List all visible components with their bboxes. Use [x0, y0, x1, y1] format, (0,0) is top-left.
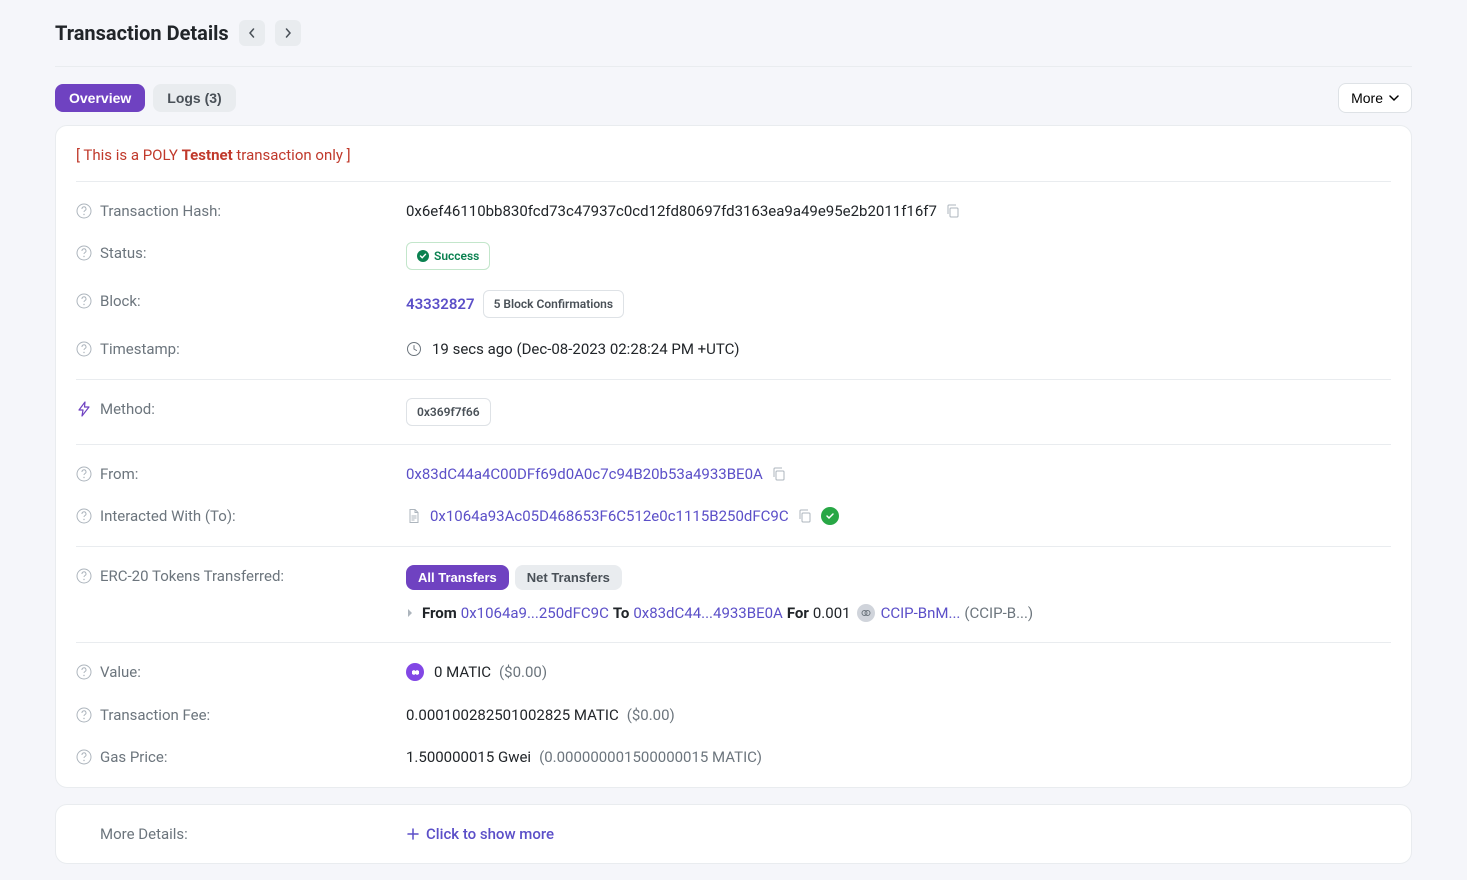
help-icon[interactable] [76, 568, 92, 584]
method-badge: 0x369f7f66 [406, 398, 491, 426]
status-badge: Success [406, 242, 490, 270]
label-txfee: Transaction Fee: [100, 704, 210, 727]
token-link[interactable]: CCIP-BnM... [881, 602, 961, 625]
label-txhash: Transaction Hash: [100, 200, 221, 223]
next-button[interactable] [275, 20, 301, 46]
row-timestamp: Timestamp: 19 secs ago (Dec-08-2023 02:2… [56, 328, 1411, 379]
row-moredetails: More Details: Click to show more [56, 805, 1411, 864]
value-timestamp: 19 secs ago (Dec-08-2023 02:28:24 PM +UT… [432, 338, 739, 361]
transfer-to-link[interactable]: 0x83dC44...4933BE0A [633, 602, 783, 625]
token-symbol: (CCIP-B...) [964, 602, 1033, 625]
help-icon[interactable] [76, 749, 92, 765]
all-transfers-tab[interactable]: All Transfers [406, 565, 509, 590]
label-value: Value: [100, 661, 141, 684]
row-method: Method: 0x369f7f66 [56, 380, 1411, 444]
transfer-from-link[interactable]: 0x1064a9...250dFC9C [461, 602, 609, 625]
header-row: Transaction Details [55, 0, 1412, 67]
page-title: Transaction Details [55, 18, 229, 48]
more-details-card: More Details: Click to show more [55, 804, 1412, 865]
label-erc20: ERC-20 Tokens Transferred: [100, 565, 284, 588]
clock-icon [406, 341, 422, 357]
transfer-from-label: From [422, 602, 457, 625]
label-to: Interacted With (To): [100, 505, 236, 528]
gasprice-gwei: 1.500000015 Gwei [406, 746, 531, 769]
label-gasprice: Gas Price: [100, 746, 167, 769]
label-from: From: [100, 463, 138, 486]
more-label: More [1351, 90, 1383, 106]
txfee-usd: ($0.00) [627, 704, 675, 727]
help-icon[interactable] [76, 293, 92, 309]
row-gasprice: Gas Price: 1.500000015 Gwei (0.000000001… [56, 736, 1411, 787]
value-amount: 0 MATIC [434, 661, 491, 684]
prev-button[interactable] [239, 20, 265, 46]
gasprice-matic: (0.000000001500000015 MATIC) [539, 746, 762, 769]
row-status: Status: Success [56, 232, 1411, 280]
check-circle-icon [417, 250, 429, 262]
transfer-to-label: To [613, 602, 630, 625]
testnet-notice: [ This is a POLY Testnet transaction onl… [56, 126, 1411, 181]
copy-icon[interactable] [797, 508, 813, 524]
help-icon[interactable] [76, 203, 92, 219]
plus-icon [406, 827, 420, 841]
help-icon[interactable] [76, 466, 92, 482]
label-method: Method: [100, 398, 155, 421]
transfer-for-label: For [787, 602, 809, 625]
show-more-button[interactable]: Click to show more [406, 823, 554, 846]
help-icon[interactable] [76, 341, 92, 357]
value-txhash: 0x6ef46110bb830fcd73c47937c0cd12fd80697f… [406, 200, 937, 223]
block-link[interactable]: 43332827 [406, 293, 475, 316]
matic-icon [406, 663, 424, 681]
txfee-amount: 0.000100282501002825 MATIC [406, 704, 619, 727]
help-icon[interactable] [76, 508, 92, 524]
label-status: Status: [100, 242, 147, 265]
contract-icon [406, 508, 422, 524]
chevron-down-icon [1389, 94, 1399, 102]
transfer-row: From 0x1064a9...250dFC9C To 0x83dC44...4… [406, 602, 1391, 625]
tabs-row: Overview Logs (3) More [55, 67, 1412, 125]
copy-icon[interactable] [771, 466, 787, 482]
row-value: Value: 0 MATIC ($0.00) [56, 643, 1411, 694]
chevron-right-icon [283, 28, 293, 38]
help-icon[interactable] [76, 664, 92, 680]
tab-logs[interactable]: Logs (3) [153, 84, 235, 112]
caret-right-icon [406, 608, 414, 618]
value-usd: ($0.00) [499, 661, 547, 684]
row-from: From: 0x83dC44a4C00DFf69d0A0c7c94B20b53a… [56, 445, 1411, 496]
help-icon[interactable] [76, 245, 92, 261]
confirmations-badge: 5 Block Confirmations [483, 290, 624, 318]
label-timestamp: Timestamp: [100, 338, 180, 361]
help-icon[interactable] [76, 707, 92, 723]
overview-card: [ This is a POLY Testnet transaction onl… [55, 125, 1412, 788]
bolt-icon [76, 401, 92, 417]
chevron-left-icon [247, 28, 257, 38]
row-txfee: Transaction Fee: 0.000100282501002825 MA… [56, 694, 1411, 737]
transfer-amount: 0.001 [813, 602, 851, 625]
net-transfers-tab[interactable]: Net Transfers [515, 565, 622, 590]
from-address-link[interactable]: 0x83dC44a4C00DFf69d0A0c7c94B20b53a4933BE… [406, 463, 763, 486]
row-erc20: ERC-20 Tokens Transferred: All Transfers… [56, 547, 1411, 643]
label-block: Block: [100, 290, 141, 313]
tab-overview[interactable]: Overview [55, 84, 145, 112]
verified-icon [821, 507, 839, 525]
row-txhash: Transaction Hash: 0x6ef46110bb830fcd73c4… [56, 182, 1411, 233]
row-to: Interacted With (To): 0x1064a93Ac05D4686… [56, 495, 1411, 546]
to-address-link[interactable]: 0x1064a93Ac05D468653F6C512e0c1115B250dFC… [430, 505, 789, 528]
label-moredetails: More Details: [100, 823, 188, 846]
more-dropdown[interactable]: More [1338, 83, 1412, 113]
copy-icon[interactable] [945, 203, 961, 219]
row-block: Block: 43332827 5 Block Confirmations [56, 280, 1411, 328]
token-icon [857, 604, 875, 622]
